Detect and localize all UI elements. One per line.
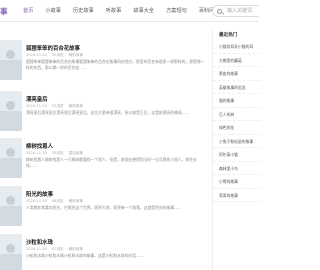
- article-title[interactable]: 阳光的故事: [26, 190, 53, 198]
- list-item[interactable]: 柳树找恩人 2024-11-30 33浏览 童话故事 柳树找恩人柳树找恩人一只柳…: [0, 138, 208, 185]
- article-category[interactable]: 童话故事: [69, 151, 83, 156]
- list-item[interactable]: 阳光的故事 2024-11-30 46浏览 睡前故事 人类都非常喜欢阳光，它照亮…: [0, 186, 208, 233]
- article-views: 47浏览: [51, 247, 64, 251]
- article-meta: 2024-11-30 46浏览 睡前故事: [26, 199, 88, 204]
- nav-item-short-sentences[interactable]: 方案短句: [166, 7, 187, 14]
- article-date: 2024-11-30: [26, 247, 47, 251]
- list-item[interactable]: 沙粒和水珠 2024-11-30 47浏览 睡前故事 沙粒和水珠沙粒和水珠沙粒和…: [0, 234, 208, 270]
- sidebar-item[interactable]: 英雄故事的恐龙: [213, 81, 260, 94]
- sidebar-item[interactable]: 森林里小鸟: [213, 162, 260, 175]
- article-summary: 柳树找恩人柳树找恩人一只柳树都要找一个恩人，但是，她现在想得到当时一位可恩的小恩…: [26, 157, 197, 168]
- site-logo[interactable]: 事: [0, 6, 8, 17]
- article-thumbnail[interactable]: [0, 138, 22, 178]
- article-title[interactable]: 漂亮皇后: [26, 95, 48, 103]
- article-date: 2024-11-30: [26, 53, 47, 57]
- article-summary: 漂亮皇后漂亮皇后漂亮皇后漂亮皇后，这位大皇帝很漂亮，所以她是王后，这是她漂亮的美…: [26, 110, 190, 115]
- sidebar-item[interactable]: 小熊的故事: [213, 175, 260, 189]
- article-thumbnail[interactable]: [0, 186, 22, 226]
- article-title[interactable]: 狐狸笨笨的百合花故事: [26, 44, 80, 52]
- article-date: 2024-11-30: [26, 151, 47, 155]
- article-category[interactable]: 睡前故事: [69, 247, 83, 252]
- article-thumbnail[interactable]: [0, 40, 22, 80]
- nav-item-story-collection[interactable]: 故事大全: [133, 7, 154, 14]
- article-title[interactable]: 柳树找恩人: [26, 142, 53, 150]
- sidebar-item[interactable]: 小兔子和松鼠的故事: [213, 135, 260, 148]
- list-item[interactable]: 漂亮皇后 2024-11-30 52浏览 睡前故事 漂亮皇后漂亮皇后漂亮皇后漂亮…: [0, 91, 208, 138]
- article-date: 2024-11-30: [26, 104, 47, 108]
- sidebar-item[interactable]: 黑皮的故事: [213, 67, 260, 81]
- sidebar-item[interactable]: 哥哥的故事: [213, 189, 260, 202]
- article-meta: 2024-11-30 33浏览 童话故事: [26, 151, 88, 156]
- nav-item-history-stories[interactable]: 历史故事: [73, 7, 94, 14]
- article-category[interactable]: 睡前故事: [69, 53, 83, 58]
- main-nav: 首页 小故事 历史故事 听故事 故事大全 方案短句 百科问答: [23, 7, 232, 14]
- article-views: 33浏览: [51, 151, 64, 155]
- article-meta: 2024-11-30 47浏览 睡前故事: [26, 247, 88, 252]
- nav-item-home[interactable]: 首页: [23, 7, 33, 14]
- article-summary: 人类都非常喜欢阳光，它照亮这个世界，照亮大地，照亮每一个角落，这就是阳光的故事……: [26, 205, 182, 210]
- sidebar-item[interactable]: 巨人的树: [213, 108, 260, 121]
- article-category[interactable]: 睡前故事: [69, 104, 83, 109]
- sidebar-hot-list: 最近热门 小猫的耳朵小猫的耳 大棚里的蘑菇 黑皮的故事 英雄故事的恐龙 猫的故事…: [212, 30, 260, 270]
- article-date: 2024-11-30: [26, 199, 47, 203]
- article-meta: 2024-11-30 52浏览 睡前故事: [26, 104, 88, 109]
- nav-item-listen-stories[interactable]: 听故事: [106, 7, 122, 14]
- article-title[interactable]: 沙粒和水珠: [26, 238, 53, 246]
- article-meta: 2024-11-30 50浏览 睡前故事: [26, 53, 88, 58]
- sidebar-list: 小猫的耳朵小猫的耳 大棚里的蘑菇 黑皮的故事 英雄故事的恐龙 猫的故事 巨人的树…: [213, 40, 260, 202]
- article-views: 52浏览: [51, 104, 64, 108]
- article-summary: 狐狸笨笨狐狸笨笨的百合花故事狐狸笨笨的百合花故事所在地方，那里的百合有很多一样那…: [26, 59, 205, 70]
- article-thumbnail[interactable]: [0, 234, 22, 270]
- nav-item-short-stories[interactable]: 小故事: [45, 7, 61, 14]
- article-thumbnail[interactable]: [0, 91, 22, 131]
- sidebar-item[interactable]: 大棚里的蘑菇: [213, 54, 260, 67]
- sidebar-item[interactable]: 绿色的花: [213, 121, 260, 135]
- search-box[interactable]: [212, 5, 259, 17]
- search-input[interactable]: [227, 6, 259, 16]
- sidebar-item[interactable]: 阿尔泰小猫: [213, 148, 260, 162]
- article-summary: 沙粒和水珠沙粒和水珠沙粒和水珠的故事，这是沙粒和水珠的对话……: [26, 253, 144, 258]
- top-bar: 事 首页 小故事 历史故事 听故事 故事大全 方案短句 百科问答: [0, 0, 259, 22]
- article-category[interactable]: 睡前故事: [69, 199, 83, 204]
- sidebar-item[interactable]: 小猫的耳朵小猫的耳: [213, 40, 260, 54]
- search-icon[interactable]: [217, 8, 222, 14]
- article-views: 50浏览: [51, 53, 64, 57]
- sidebar-title: 最近热门: [219, 33, 238, 38]
- sidebar-item[interactable]: 猫的故事: [213, 94, 260, 108]
- article-views: 46浏览: [51, 199, 64, 203]
- list-item[interactable]: 狐狸笨笨的百合花故事 2024-11-30 50浏览 睡前故事 狐狸笨笨狐狸笨笨…: [0, 40, 208, 87]
